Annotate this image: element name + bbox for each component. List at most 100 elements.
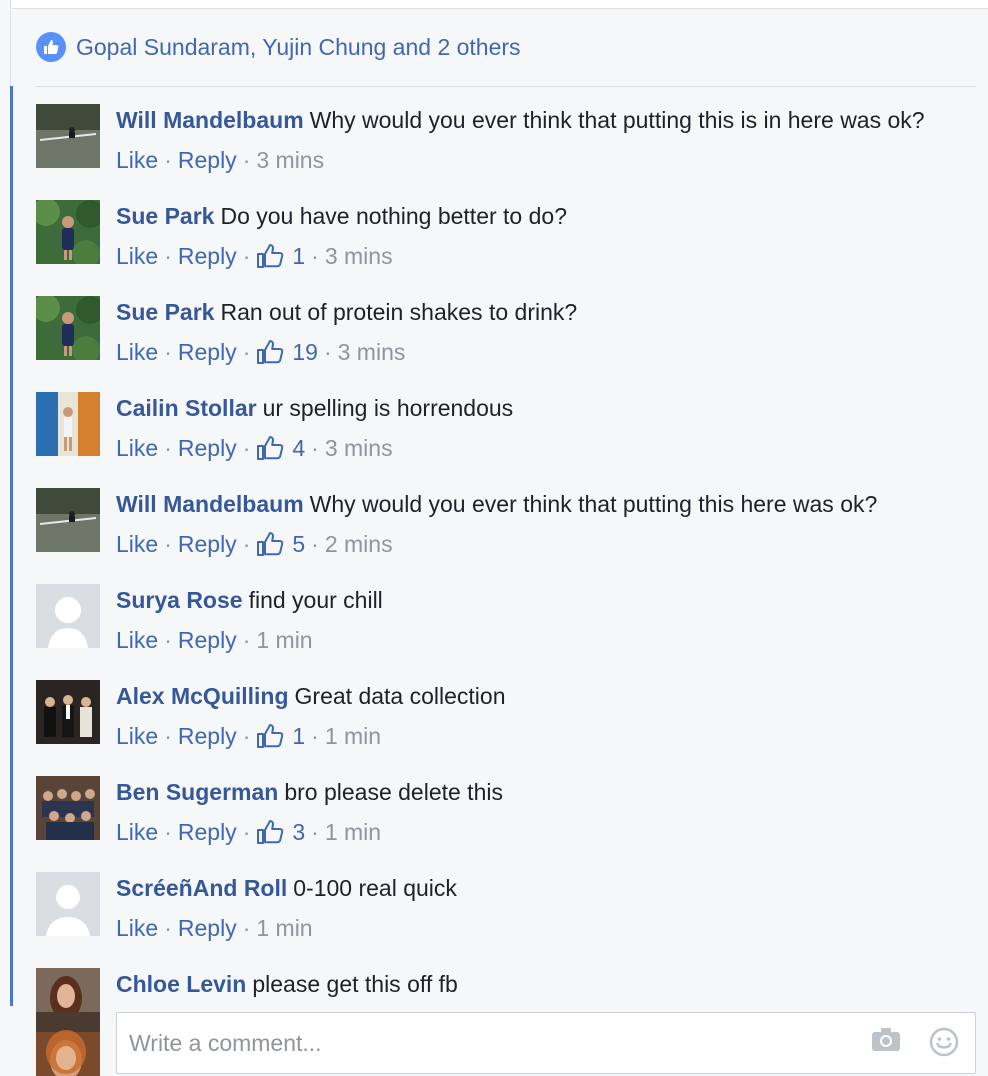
reaction-count-value: 3 [292,819,306,845]
like-link[interactable]: Like [116,144,158,176]
reply-link[interactable]: Reply [178,912,237,944]
reaction-count-value: 4 [292,435,306,461]
comment-item: ScréeñAnd Roll 0-100 real quick Like · Reply… [36,872,976,944]
separator-dot: · [242,819,251,845]
commenter-avatar[interactable] [36,680,100,744]
separator-dot: · [242,915,251,941]
left-edge [10,0,11,86]
likes-summary[interactable]: Gopal Sundaram, Yujin Chung and 2 others [36,30,976,87]
reply-link[interactable]: Reply [178,432,237,464]
like-link[interactable]: Like [116,816,158,848]
commenter-avatar[interactable] [36,776,100,840]
reply-link[interactable]: Reply [178,816,237,848]
comment-thread-accent-bar [10,86,13,1006]
like-link[interactable]: Like [116,336,158,368]
commenter-avatar[interactable] [36,872,100,936]
reaction-count[interactable]: 4 [256,432,305,464]
comment-timestamp[interactable]: 3 mins [338,336,406,368]
like-link[interactable]: Like [116,528,158,560]
reaction-count-value: 1 [292,723,306,749]
comment-actions: Like · Reply · 19 · 3 mins [116,336,976,368]
comment-content: Why would you ever think that putting th… [309,107,925,133]
reaction-count[interactable]: 3 [256,816,305,848]
reaction-count[interactable]: 1 [256,720,305,752]
comment-item: Surya Rose find your chill Like · Reply · 1 mi… [36,584,976,656]
comment-actions: Like · Reply · 3 mins [116,144,976,176]
emoji-icon[interactable] [929,1027,959,1062]
comment-timestamp[interactable]: 3 mins [325,240,393,272]
reply-link[interactable]: Reply [178,528,237,560]
commenter-name[interactable]: Sue Park [116,203,214,229]
comment-content: find your chill [248,587,383,613]
like-link[interactable]: Like [116,720,158,752]
comment-text: Cailin Stollar ur spelling is horrendous [116,392,976,424]
comment-actions: Like · Reply · 5 · 2 mins [116,528,976,560]
comment-input[interactable] [127,1028,831,1058]
commenter-name[interactable]: Will Mandelbaum [116,491,304,517]
comment-timestamp[interactable]: 1 min [256,624,312,656]
top-divider [12,0,988,9]
reply-link[interactable]: Reply [178,240,237,272]
comment-body: Surya Rose find your chill Like · Reply · 1 mi… [116,584,976,656]
comment-composer [36,1012,976,1076]
separator-dot: · [311,531,319,557]
like-link[interactable]: Like [116,432,158,464]
commenter-name[interactable]: Surya Rose [116,587,243,613]
separator-dot: · [242,339,251,365]
commenter-avatar[interactable] [36,104,100,168]
comment-timestamp[interactable]: 1 min [325,720,381,752]
reaction-count[interactable]: 19 [256,336,318,368]
separator-dot: · [164,819,172,845]
comment-text: Chloe Levin please get this off fb [116,968,976,1000]
reply-link[interactable]: Reply [178,624,237,656]
reply-link[interactable]: Reply [178,720,237,752]
commenter-name[interactable]: Chloe Levin [116,971,246,997]
comment-timestamp[interactable]: 3 mins [325,432,393,464]
thumbs-up-icon [256,339,288,365]
comment-item: Ben Sugerman bro please delete this Like · R… [36,776,976,848]
comment-body: Sue Park Ran out of protein shakes to dri… [116,296,976,368]
comment-text: Ben Sugerman bro please delete this [116,776,976,808]
comment-timestamp[interactable]: 3 mins [256,144,324,176]
separator-dot: · [164,627,172,653]
likers-text[interactable]: Gopal Sundaram, Yujin Chung and 2 others [76,30,521,64]
reply-link[interactable]: Reply [178,144,237,176]
current-user-avatar [36,1012,100,1076]
camera-icon[interactable] [871,1027,901,1062]
commenter-avatar[interactable] [36,392,100,456]
commenter-avatar[interactable] [36,584,100,648]
comment-body: Alex McQuilling Great data collection Like… [116,680,976,752]
comment-item: Will Mandelbaum Why would you ever think … [36,104,976,176]
comment-timestamp[interactable]: 1 min [325,816,381,848]
commenter-name[interactable]: Sue Park [116,299,214,325]
like-link[interactable]: Like [116,624,158,656]
comment-timestamp[interactable]: 2 mins [325,528,393,560]
like-link[interactable]: Like [116,912,158,944]
comment-content: 0-100 real quick [293,875,457,901]
comment-body: Will Mandelbaum Why would you ever think … [116,104,976,176]
comment-content: Do you have nothing better to do? [220,203,567,229]
reaction-count[interactable]: 5 [256,528,305,560]
like-link[interactable]: Like [116,240,158,272]
comment-body: Sue Park Do you have nothing better to do… [116,200,976,272]
commenter-name[interactable]: Will Mandelbaum [116,107,304,133]
separator-dot: · [323,339,332,365]
separator-dot: · [242,243,251,269]
commenter-name[interactable]: ScréeñAnd Roll [116,875,287,901]
commenter-avatar[interactable] [36,488,100,552]
thumbs-up-icon [256,243,288,269]
commenter-avatar[interactable] [36,296,100,360]
commenter-name[interactable]: Cailin Stollar [116,395,257,421]
reaction-count-value: 19 [292,339,318,365]
commenter-name[interactable]: Ben Sugerman [116,779,278,805]
separator-dot: · [164,915,172,941]
reaction-count[interactable]: 1 [256,240,305,272]
comment-timestamp[interactable]: 1 min [256,912,312,944]
commenter-avatar[interactable] [36,200,100,264]
comment-item: Alex McQuilling Great data collection Like… [36,680,976,752]
commenter-name[interactable]: Alex McQuilling [116,683,289,709]
comment-body: Ben Sugerman bro please delete this Like · R… [116,776,976,848]
comment-actions: Like·Reply·1 min [116,624,976,656]
reply-link[interactable]: Reply [178,336,237,368]
comment-input-box[interactable] [116,1012,976,1074]
